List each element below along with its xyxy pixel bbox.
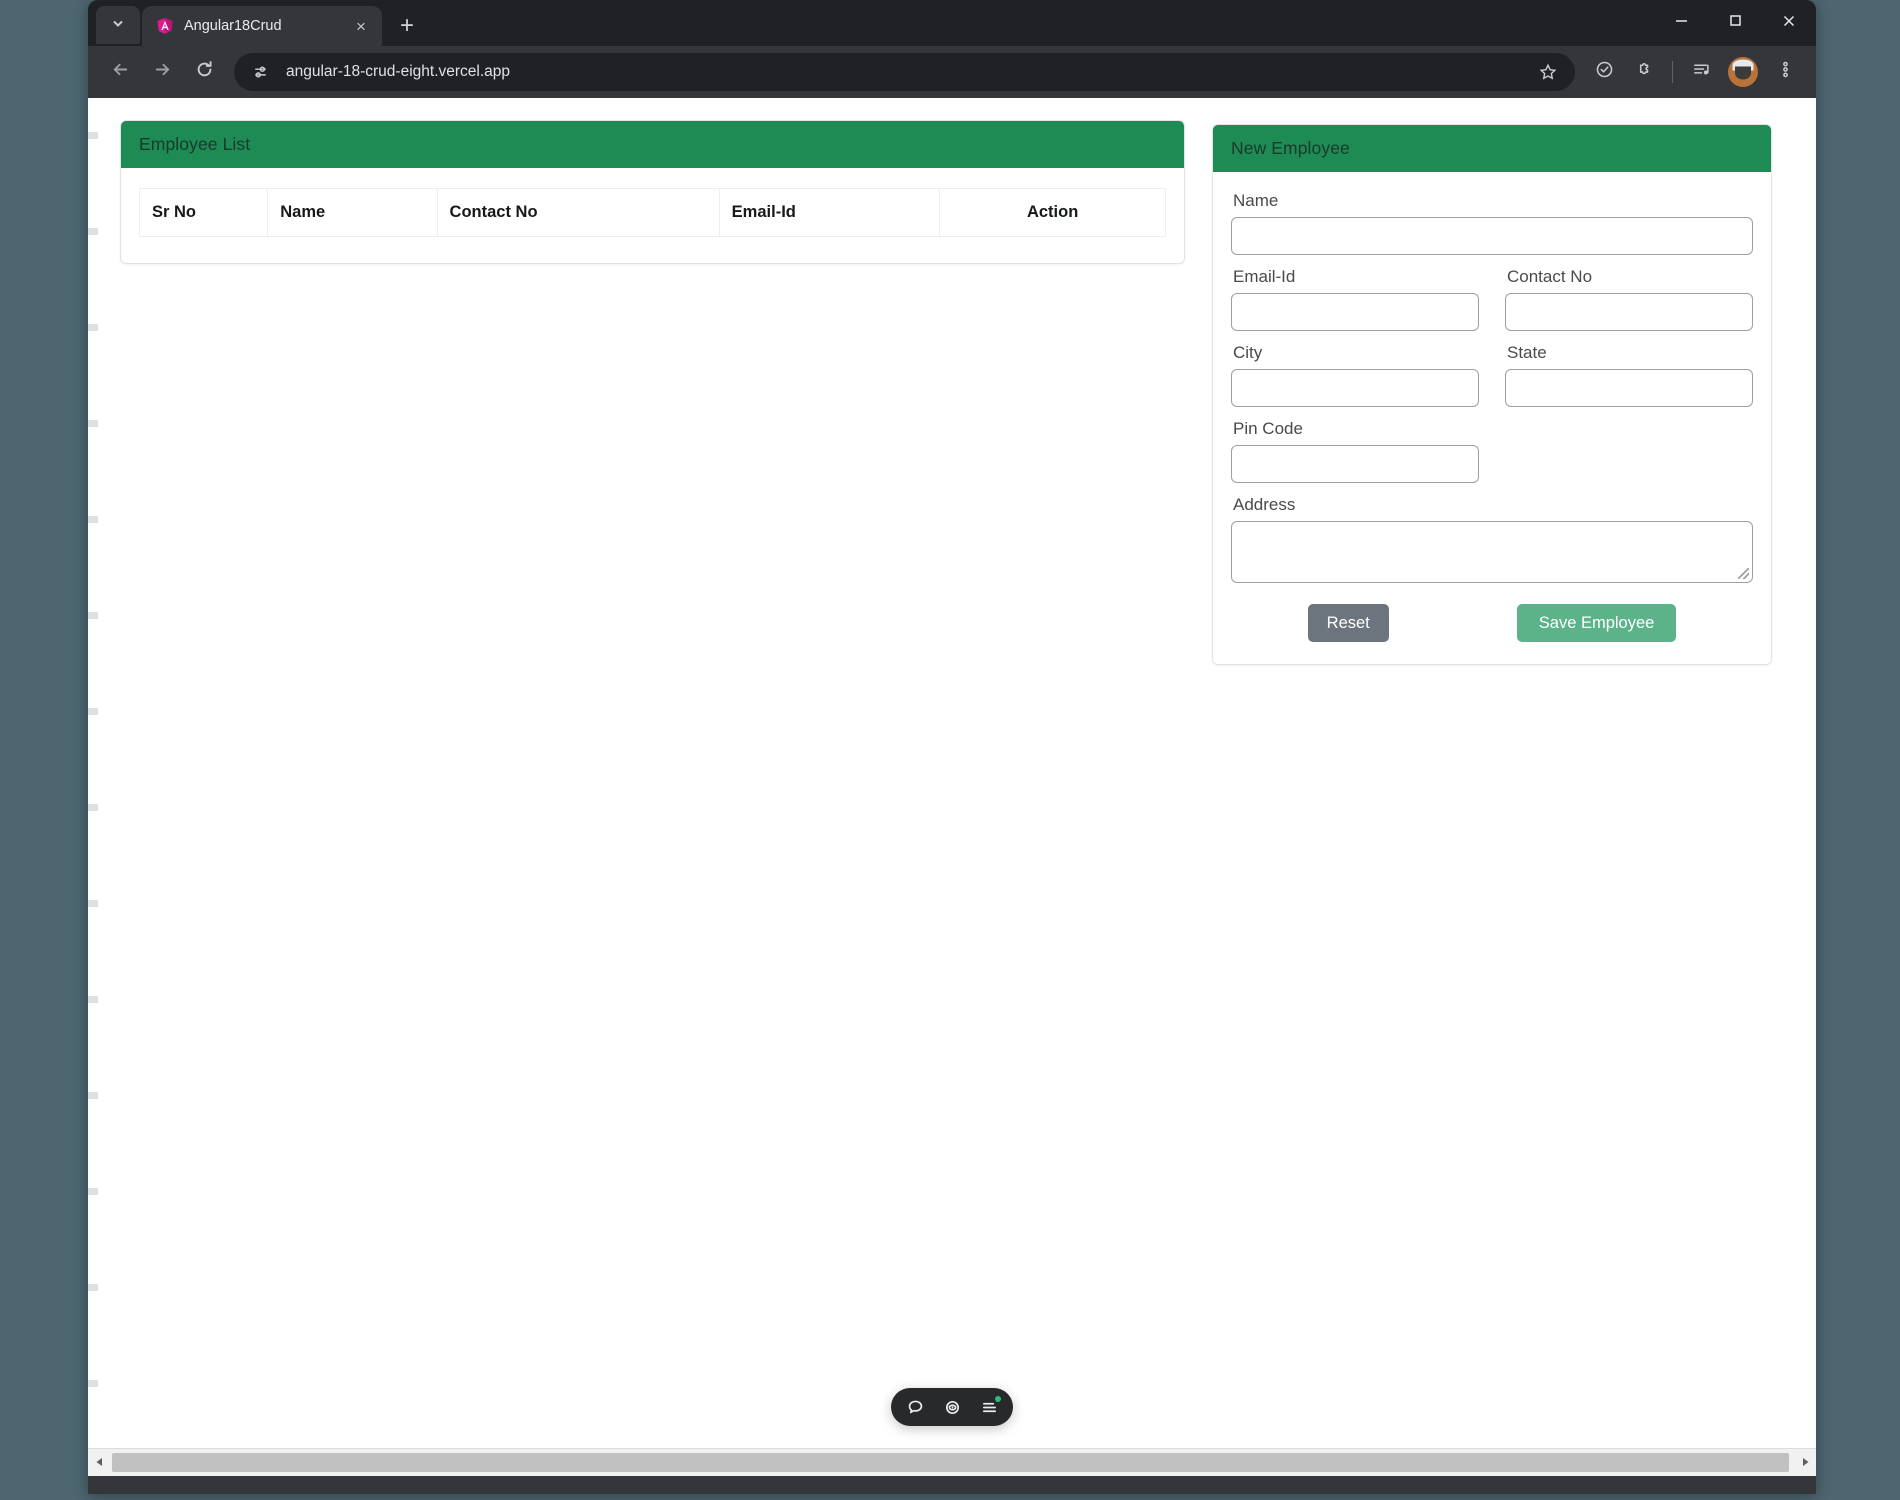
chat-bubble-icon[interactable]: [904, 1396, 926, 1418]
floating-widget[interactable]: [891, 1388, 1013, 1426]
window-controls: [1654, 0, 1816, 46]
column-header-contact-no[interactable]: Contact No: [436, 188, 720, 237]
field-spacer: [1505, 418, 1753, 492]
app-content: Employee List Sr No Name Contact No Emai…: [98, 98, 1816, 1448]
new-employee-form: Name Email-Id Contact No City State Pin …: [1213, 172, 1771, 664]
profile-status-button[interactable]: [1585, 53, 1623, 91]
pin-code-input[interactable]: [1231, 444, 1479, 483]
form-grid: Name Email-Id Contact No City State Pin …: [1231, 190, 1753, 589]
maximize-icon: [1728, 13, 1743, 33]
minimize-button[interactable]: [1654, 0, 1708, 46]
city-input[interactable]: [1231, 368, 1479, 407]
column-header-sr-no[interactable]: Sr No: [138, 188, 269, 237]
maximize-button[interactable]: [1708, 0, 1762, 46]
field-pin-code: Pin Code: [1231, 418, 1479, 492]
save-employee-button[interactable]: Save Employee: [1516, 603, 1677, 642]
capture-artifact-strip: [88, 98, 98, 1476]
state-input[interactable]: [1505, 368, 1753, 407]
new-tab-button[interactable]: +: [390, 9, 424, 43]
reset-button[interactable]: Reset: [1307, 603, 1389, 642]
extensions-button[interactable]: [1625, 53, 1663, 91]
back-arrow-icon: [111, 60, 130, 84]
label-address: Address: [1233, 494, 1296, 514]
angular-logo-icon: [156, 17, 174, 35]
employee-table: Sr No Name Contact No Email-Id Action: [138, 188, 1166, 237]
column-header-action[interactable]: Action: [939, 188, 1166, 237]
triangle-left-icon: [95, 1454, 104, 1472]
media-control-button[interactable]: [1682, 53, 1720, 91]
page-viewport: Employee List Sr No Name Contact No Emai…: [88, 98, 1816, 1476]
name-input[interactable]: [1231, 216, 1753, 255]
column-header-email-id[interactable]: Email-Id: [718, 188, 941, 237]
tab-strip: Angular18Crud × +: [88, 0, 1816, 46]
close-icon: [1781, 13, 1797, 34]
label-city: City: [1233, 342, 1263, 362]
site-settings-icon[interactable]: [246, 58, 274, 86]
label-contact-no: Contact No: [1507, 266, 1593, 286]
three-dot-menu-icon: [1776, 60, 1795, 84]
star-icon[interactable]: [1533, 57, 1563, 87]
label-pin-code: Pin Code: [1233, 418, 1303, 438]
email-id-input[interactable]: [1231, 292, 1479, 331]
minimize-icon: [1674, 13, 1689, 33]
new-employee-card: New Employee Name Email-Id Contact No Ci…: [1212, 124, 1772, 665]
scroll-left-button[interactable]: [88, 1449, 110, 1476]
list-lines-icon[interactable]: [978, 1396, 1001, 1418]
scrollbar-track[interactable]: [110, 1449, 1794, 1476]
form-actions: Reset Save Employee: [1231, 603, 1753, 642]
eye-icon[interactable]: [941, 1396, 963, 1418]
tab-close-button[interactable]: ×: [350, 15, 372, 37]
back-button[interactable]: [100, 52, 140, 92]
column-header-name[interactable]: Name: [267, 188, 438, 237]
browser-window: Angular18Crud × + angular-18-crud-eight.…: [88, 0, 1816, 1494]
scrollbar-thumb[interactable]: [112, 1453, 1790, 1472]
field-name: Name: [1231, 190, 1753, 264]
new-employee-title: New Employee: [1213, 125, 1771, 172]
label-email-id: Email-Id: [1233, 266, 1296, 286]
browser-toolbar: angular-18-crud-eight.vercel.app: [88, 46, 1816, 98]
notification-badge: [995, 1396, 1001, 1402]
browser-menu-button[interactable]: [1766, 53, 1804, 91]
toolbar-divider: [1672, 61, 1673, 83]
avatar[interactable]: [1728, 57, 1758, 87]
field-state: State: [1505, 342, 1753, 416]
label-name: Name: [1233, 191, 1279, 210]
field-contact-no: Contact No: [1505, 266, 1753, 340]
triangle-right-icon: [1801, 1454, 1810, 1472]
scroll-right-button[interactable]: [1794, 1449, 1816, 1476]
contact-no-input[interactable]: [1505, 292, 1753, 331]
horizontal-scrollbar[interactable]: [88, 1448, 1816, 1476]
employee-list-card: Employee List Sr No Name Contact No Emai…: [120, 120, 1185, 264]
address-bar[interactable]: angular-18-crud-eight.vercel.app: [234, 53, 1575, 91]
reload-icon: [195, 60, 214, 84]
forward-arrow-icon: [153, 60, 172, 84]
employee-list-title: Employee List: [121, 121, 1184, 168]
puzzle-piece-icon: [1635, 60, 1654, 84]
table-header-row: Sr No Name Contact No Email-Id Action: [138, 188, 1166, 237]
tab-search-button[interactable]: [96, 6, 140, 44]
field-email-id: Email-Id: [1231, 266, 1479, 340]
close-window-button[interactable]: [1762, 0, 1816, 46]
label-state: State: [1507, 342, 1547, 362]
tab-title: Angular18Crud: [184, 18, 282, 34]
employee-list-body: Sr No Name Contact No Email-Id Action: [121, 168, 1184, 263]
media-list-icon: [1692, 60, 1711, 84]
browser-tab[interactable]: Angular18Crud ×: [142, 6, 382, 46]
field-address: Address: [1231, 494, 1753, 587]
url-text[interactable]: angular-18-crud-eight.vercel.app: [286, 63, 510, 81]
employee-table-head: Sr No Name Contact No Email-Id Action: [138, 188, 1166, 237]
field-city: City: [1231, 342, 1479, 416]
forward-button[interactable]: [142, 52, 182, 92]
address-textarea[interactable]: [1231, 520, 1753, 583]
chevron-down-icon: [111, 16, 125, 35]
reload-button[interactable]: [184, 52, 224, 92]
check-circle-icon: [1595, 60, 1614, 84]
